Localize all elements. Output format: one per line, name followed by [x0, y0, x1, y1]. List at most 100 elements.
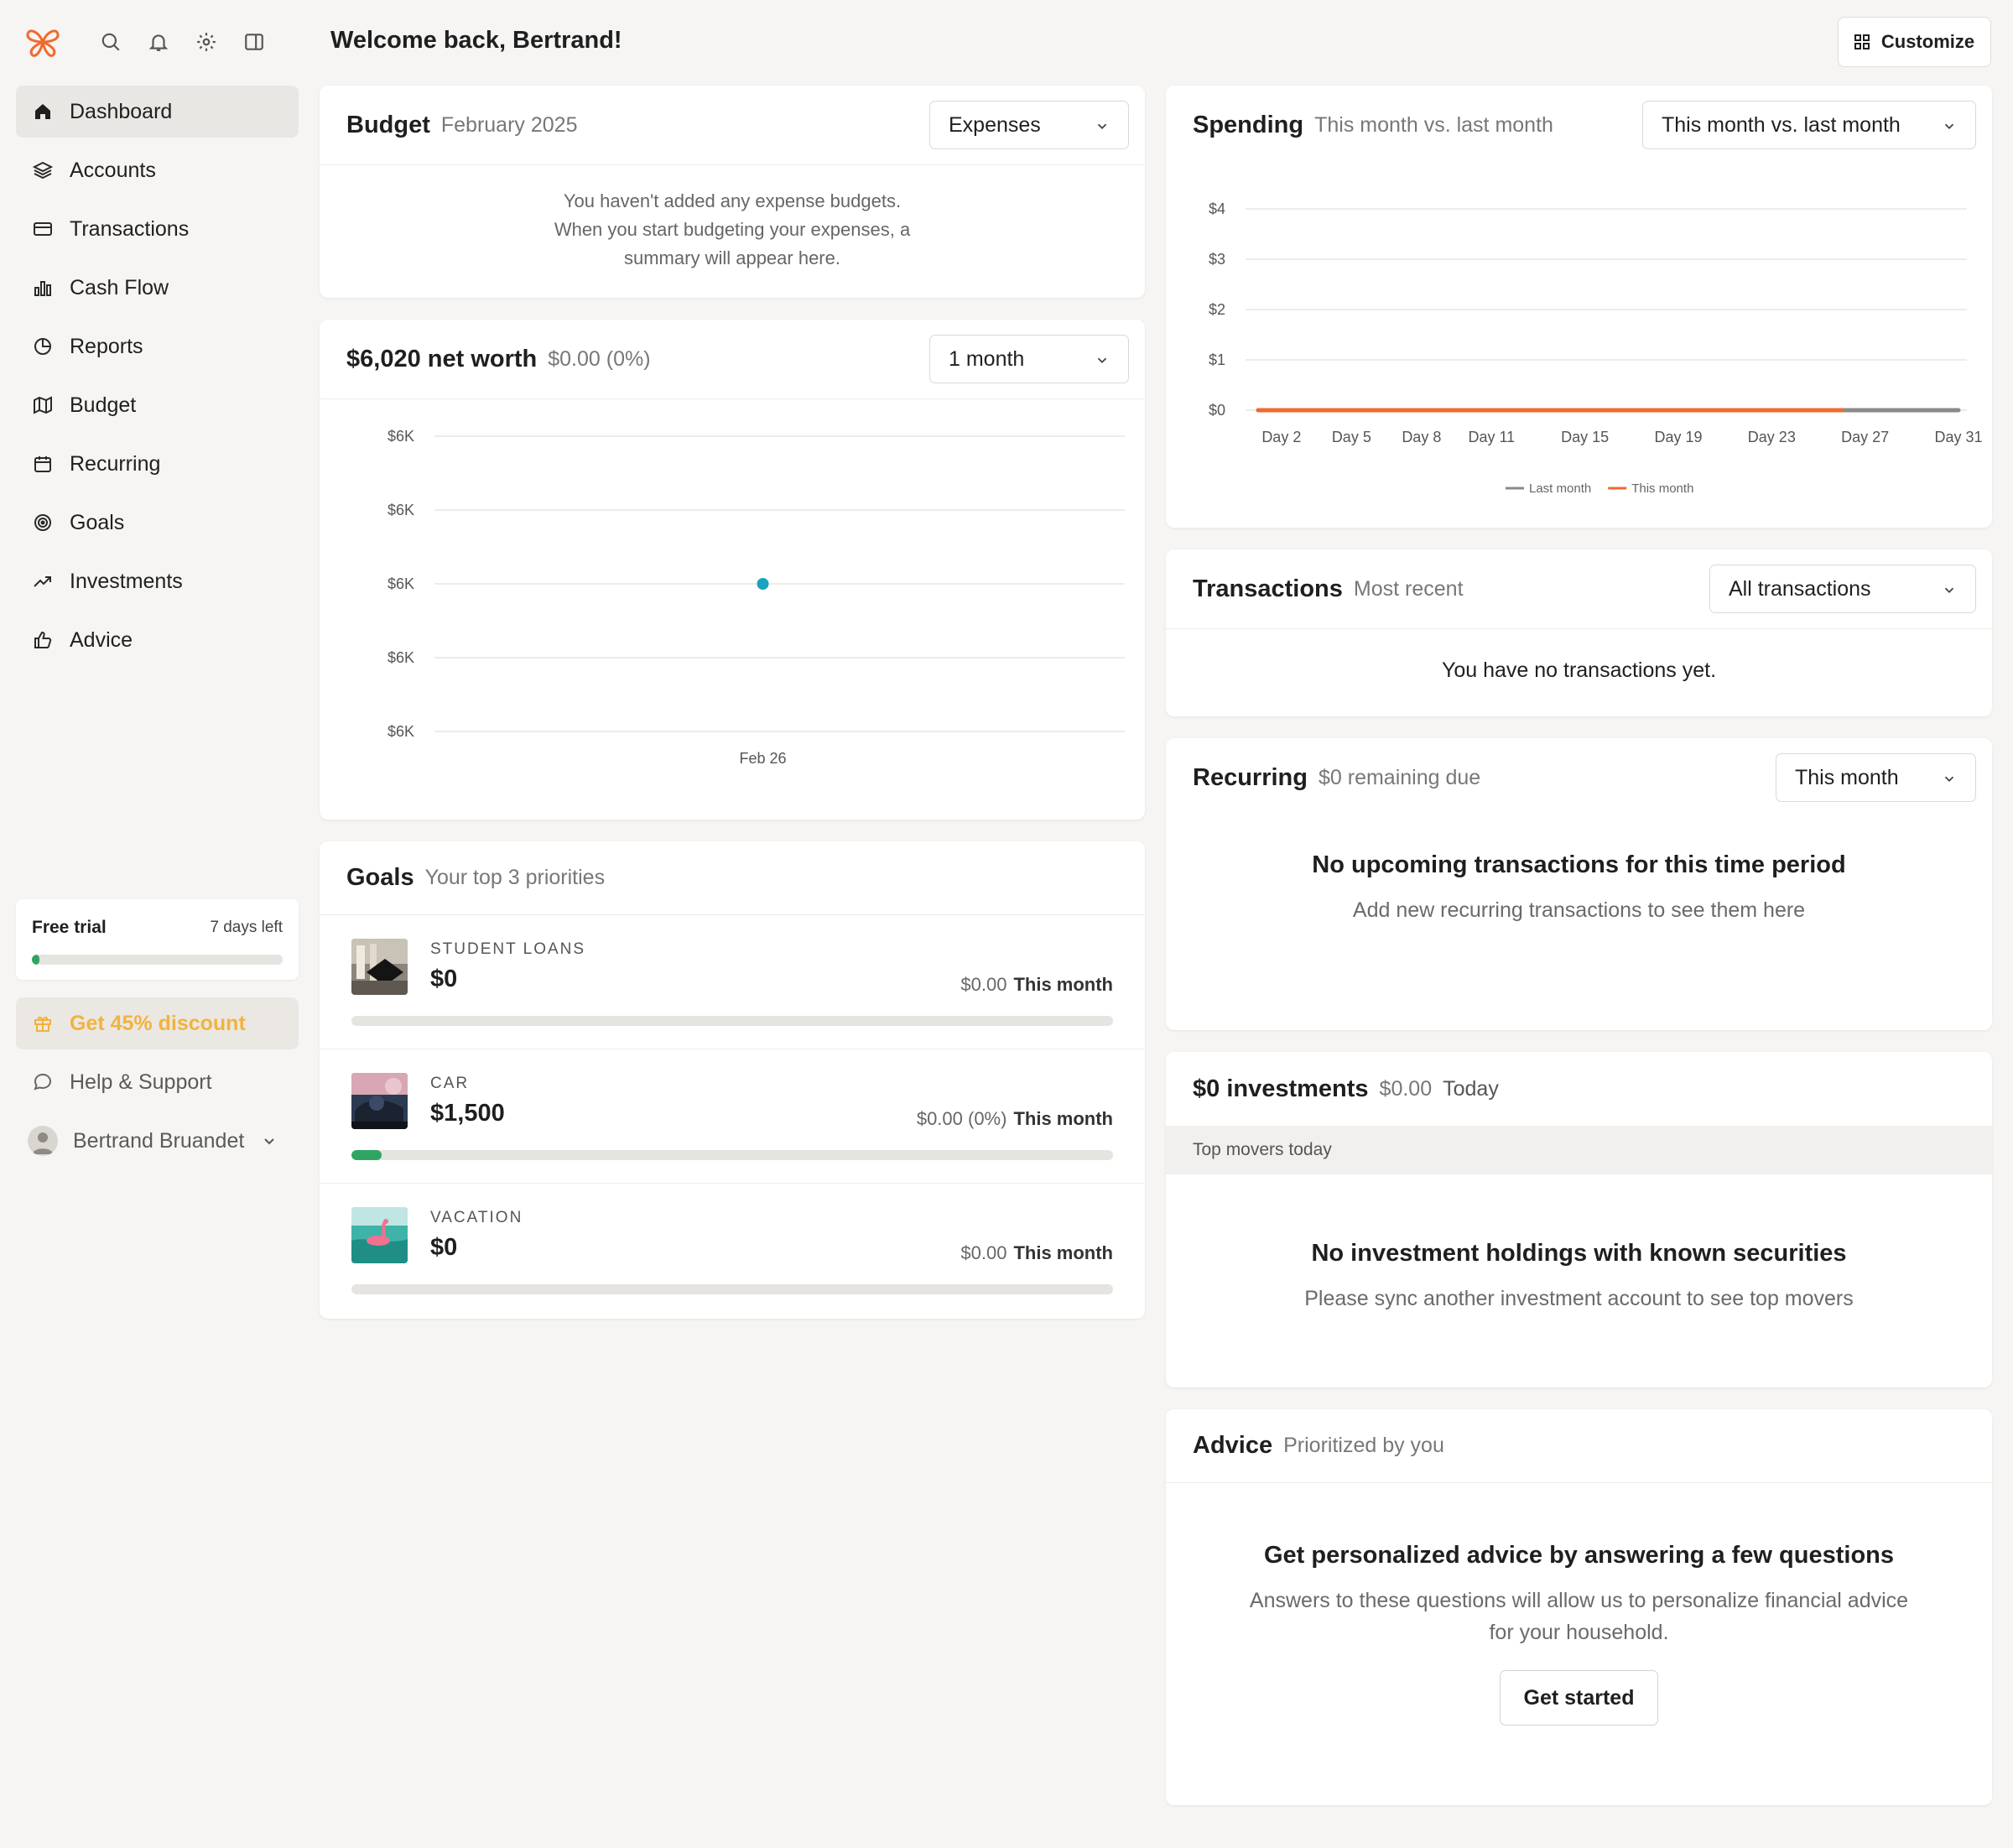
get-started-button[interactable]: Get started [1500, 1670, 1658, 1726]
goal-name: CAR [430, 1075, 470, 1092]
customize-button[interactable]: Customize [1838, 17, 1991, 67]
home-icon [31, 100, 55, 123]
sidebar-item-label: Investments [70, 569, 183, 593]
goal-progress-bar [351, 1150, 1113, 1160]
recurring-period-select[interactable]: This month [1776, 753, 1976, 802]
avatar [28, 1126, 58, 1156]
advice-empty-line: Answers to these questions will allow us… [1249, 1589, 1909, 1612]
sidebar-item-investments[interactable]: Investments [16, 555, 299, 607]
transactions-select-value: All transactions [1729, 576, 1871, 601]
transactions-card: Transactions Most recent All transaction… [1166, 549, 1992, 716]
customize-label: Customize [1880, 31, 1975, 52]
discount-button[interactable]: Get 45% discount [16, 997, 299, 1049]
map-icon [31, 393, 55, 417]
spending-x-tick-label: Day 5 [1332, 429, 1371, 445]
thumbs-up-icon [31, 628, 55, 652]
advice-card: Advice Prioritized by you Get personaliz… [1166, 1409, 1992, 1805]
app-logo-icon[interactable] [23, 23, 62, 61]
free-trial-card[interactable]: Free trial 7 days left [16, 899, 299, 980]
transactions-empty-message: You have no transactions yet. [1441, 659, 1717, 682]
recurring-card: Recurring $0 remaining due This month No… [1166, 738, 1992, 1030]
budget-subtitle: February 2025 [440, 112, 578, 137]
chevron-down-icon [1095, 118, 1110, 133]
sidebar-item-label: Goals [70, 510, 125, 534]
goal-change: $0.00 This month [960, 1242, 1113, 1264]
goal-name: VACATION [430, 1209, 523, 1226]
net-worth-title: $6,020 net worth [346, 345, 538, 372]
goal-amount: $0 [430, 966, 458, 992]
goal-amount: $0 [430, 1234, 458, 1261]
chevron-down-icon [1942, 118, 1957, 133]
sidebar-item-dashboard[interactable]: Dashboard [16, 86, 299, 138]
spending-x-tick-label: Day 31 [1934, 429, 1982, 445]
budget-type-select[interactable]: Expenses [929, 101, 1129, 149]
gear-icon[interactable] [191, 27, 221, 57]
advice-title: Advice [1193, 1432, 1273, 1459]
spending-y-tick-label: $2 [1209, 301, 1225, 318]
sidebar-item-transactions[interactable]: Transactions [16, 203, 299, 255]
sidebar-item-recurring[interactable]: Recurring [16, 438, 299, 490]
advice-subtitle: Prioritized by you [1283, 1434, 1444, 1457]
spending-x-tick-label: Day 11 [1468, 429, 1515, 445]
net-worth-y-tick-label: $6K [388, 575, 414, 592]
goal-row[interactable]: CAR $1,500 $0.00 (0%) This month [320, 1049, 1145, 1184]
goal-row[interactable]: VACATION $0 $0.00 This month [320, 1184, 1145, 1318]
spending-y-tick-label: $0 [1209, 402, 1225, 419]
goal-row[interactable]: STUDENT LOANS $0 $0.00 This month [320, 915, 1145, 1049]
spending-chart: $4 $3 $2 $1 $0 Day 2 Day 5 Day 8 Day 11 Day 15 Day… [1209, 200, 1983, 496]
chat-bubble-icon [31, 1070, 55, 1094]
sidebar-item-accounts[interactable]: Accounts [16, 144, 299, 196]
top-movers-header: Top movers today [1166, 1126, 1992, 1174]
advice-empty-line: for your household. [1489, 1621, 1669, 1644]
net-worth-y-tick-label: $6K [388, 428, 414, 445]
goal-change-value: $0.00 (0%) [916, 1108, 1007, 1129]
sidebar-item-label: Dashboard [70, 99, 173, 123]
spending-x-tick-label: Day 19 [1654, 429, 1702, 445]
gift-icon [31, 1012, 55, 1035]
budget-empty-line: You haven't added any expense budgets. [563, 190, 902, 211]
sidebar-item-reports[interactable]: Reports [16, 320, 299, 372]
sidebar-item-label: Cash Flow [70, 275, 169, 299]
transactions-filter-select[interactable]: All transactions [1709, 565, 1976, 613]
goal-change: $0.00 This month [960, 974, 1113, 996]
sidebar-item-goals[interactable]: Goals [16, 497, 299, 549]
net-worth-point[interactable] [757, 578, 769, 590]
spending-compare-select[interactable]: This month vs. last month [1642, 101, 1976, 149]
transactions-card-header: Transactions Most recent All transaction… [1166, 549, 1992, 629]
net-worth-card-header: $6,020 net worth $0.00 (0%) 1 month [320, 320, 1145, 399]
sidebar-toggle-icon[interactable] [239, 27, 269, 57]
budget-title: Budget [346, 111, 430, 138]
recurring-title: Recurring [1193, 764, 1308, 791]
sidebar-item-advice[interactable]: Advice [16, 614, 299, 666]
budget-empty-message: You haven't added any expense budgets. W… [320, 165, 1145, 273]
spending-x-tick-label: Day 2 [1261, 429, 1301, 445]
goal-change-value: $0.00 [960, 1242, 1007, 1263]
goal-progress-bar [351, 1284, 1113, 1294]
goals-title: Goals [346, 864, 414, 891]
goal-name: STUDENT LOANS [430, 940, 586, 958]
sidebar-item-cash-flow[interactable]: Cash Flow [16, 262, 299, 314]
budget-empty-line: When you start budgeting your expenses, … [554, 219, 911, 240]
goal-progress-fill [351, 1150, 382, 1160]
investments-period: Today [1443, 1076, 1499, 1101]
spending-card: Spending This month vs. last month This … [1166, 86, 1992, 528]
advice-empty-text: Answers to these questions will allow us… [1166, 1585, 1992, 1648]
goal-image-student-loans [351, 939, 408, 995]
trial-title: Free trial [32, 918, 107, 937]
transactions-title: Transactions [1193, 575, 1343, 602]
sidebar-item-label: Reports [70, 334, 143, 358]
user-menu[interactable]: Bertrand Bruandet [16, 1115, 299, 1167]
sidebar-item-label: Budget [70, 393, 137, 417]
bar-chart-icon [31, 276, 55, 299]
net-worth-period-select[interactable]: 1 month [929, 335, 1129, 383]
pie-chart-icon [31, 335, 55, 358]
help-label: Help & Support [70, 1070, 212, 1094]
investments-card: $0 investments $0.00 Today Top movers to… [1166, 1052, 1992, 1387]
bell-icon[interactable] [143, 27, 174, 57]
chevron-down-icon [1942, 771, 1957, 786]
help-support-link[interactable]: Help & Support [16, 1056, 299, 1108]
search-icon[interactable] [96, 27, 126, 57]
card-icon [31, 217, 55, 241]
sidebar-item-budget[interactable]: Budget [16, 379, 299, 431]
goal-change-period: This month [1013, 1108, 1113, 1129]
